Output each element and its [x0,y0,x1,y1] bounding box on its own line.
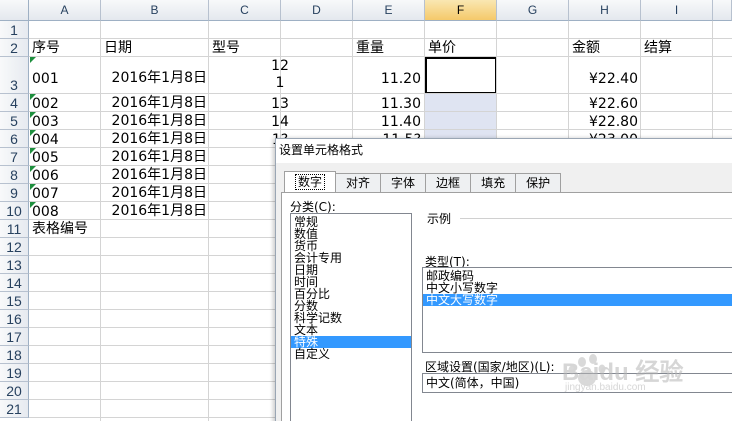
row-header-13[interactable]: 13 [0,256,29,274]
tab-alignment[interactable]: 对齐 [335,173,382,193]
row-header-8[interactable]: 8 [0,166,29,184]
row-header-14[interactable]: 14 [0,274,29,292]
tab-font[interactable]: 字体 [380,173,427,193]
cell-model[interactable]: 14 [245,112,315,130]
select-all-corner[interactable] [0,0,29,21]
column-header-next[interactable] [713,0,732,21]
column-header-i[interactable]: I [641,0,713,21]
tab-fill[interactable]: 填充 [470,173,517,193]
cell-seq[interactable]: 007 [32,184,59,202]
cell-date[interactable]: 2016年1月8日 [101,202,207,220]
cell-seq[interactable]: 005 [32,148,59,166]
cell-table-number-label[interactable]: 表格编号 [32,220,88,238]
tab-number-label: 数字 [295,174,326,190]
cell-seq[interactable]: 002 [32,94,59,112]
row-header-18[interactable]: 18 [0,346,29,364]
header-weight[interactable]: 重量 [356,39,384,57]
cell-amount[interactable]: ¥22.40 [569,57,638,87]
header-settle[interactable]: 结算 [644,39,672,57]
row-header-19[interactable]: 19 [0,364,29,382]
row-header-17[interactable]: 17 [0,328,29,346]
dialog-title[interactable]: 设置单元格格式 [276,139,732,163]
dialog-tabs: 数字 对齐 字体 边框 填充 保护 [284,171,562,193]
header-seq[interactable]: 序号 [32,39,60,57]
row-header-1[interactable]: 1 [0,21,29,39]
row-header-3[interactable]: 3 [0,57,29,94]
cell-weight[interactable]: 11.20 [353,57,421,87]
header-date[interactable]: 日期 [104,39,132,57]
cell-weight[interactable]: 11.40 [353,112,421,130]
row-header-16[interactable]: 16 [0,310,29,328]
category-option[interactable]: 自定义 [291,348,411,360]
cell-date[interactable]: 2016年1月8日 [101,57,207,87]
cell-weight[interactable]: 11.30 [353,94,421,112]
row-header-5[interactable]: 5 [0,112,29,130]
active-cell[interactable] [425,57,497,94]
cell-model-line1[interactable]: 12 [245,57,315,74]
sample-group-line [460,218,732,219]
tab-number[interactable]: 数字 [284,171,337,193]
cell-model[interactable]: 13 [245,94,315,112]
header-model[interactable]: 型号 [212,39,240,57]
row-header-9[interactable]: 9 [0,184,29,202]
row-header-11[interactable]: 11 [0,220,29,238]
cell-seq[interactable]: 001 [32,57,59,87]
cell-amount[interactable]: ¥22.60 [569,94,638,112]
sample-label: 示例 [427,212,452,226]
cell-seq[interactable]: 006 [32,166,59,184]
row-header-15[interactable]: 15 [0,292,29,310]
row-header-6[interactable]: 6 [0,130,29,148]
tab-protection[interactable]: 保护 [515,173,562,193]
column-header-h[interactable]: H [569,0,641,21]
row-header-12[interactable]: 12 [0,238,29,256]
column-header-e[interactable]: E [353,0,425,21]
row-header-7[interactable]: 7 [0,148,29,166]
cell-seq[interactable]: 004 [32,130,59,148]
row-header-21[interactable]: 21 [0,400,29,418]
column-header-g[interactable]: G [497,0,569,21]
cell-model-line2[interactable]: 1 [245,74,315,91]
column-header-d[interactable]: D [281,0,353,21]
header-unit-price[interactable]: 单价 [428,39,456,57]
tab-border[interactable]: 边框 [425,173,472,193]
row-header-2[interactable]: 2 [0,39,29,57]
category-listbox[interactable]: 常规 数值 货币 会计专用 日期 时间 百分比 分数 科学记数 文本 特殊 自定… [290,213,412,421]
type-listbox[interactable]: 邮政编码 中文小写数字 中文大写数字 [422,267,732,353]
column-header-f[interactable]: F [425,0,497,21]
cell-amount[interactable]: ¥22.80 [569,112,638,130]
column-header-a[interactable]: A [29,0,101,21]
type-option-selected[interactable]: 中文大写数字 [423,294,732,306]
row-header-4[interactable]: 4 [0,94,29,112]
column-header-b[interactable]: B [101,0,209,21]
baidu-watermark: Baidu 经验 jingyan.baidu.com [560,350,732,410]
watermark-url: jingyan.baidu.com [565,382,646,393]
row-header-20[interactable]: 20 [0,382,29,400]
column-header-c[interactable]: C [209,0,281,21]
cell-seq[interactable]: 003 [32,112,59,130]
row-header-10[interactable]: 10 [0,202,29,220]
header-amount[interactable]: 金额 [572,39,600,57]
